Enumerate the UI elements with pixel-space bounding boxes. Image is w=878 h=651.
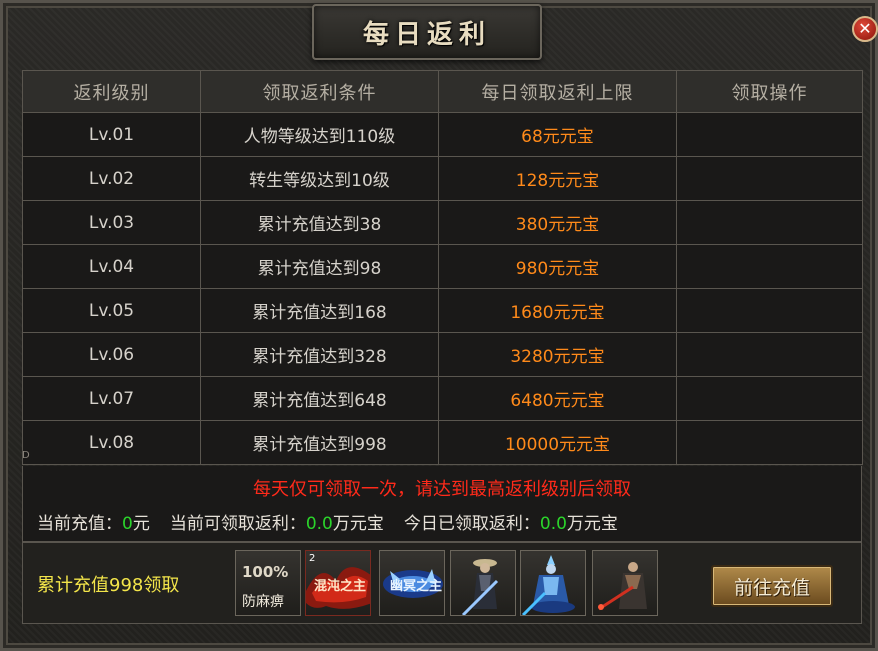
row-action[interactable] — [676, 244, 863, 289]
row-condition: 累计充值达到328 — [200, 332, 439, 377]
claimable-label: 当前可领取返利： — [169, 514, 306, 534]
dialog-title-plate: 每日返利 — [312, 4, 542, 60]
table-row: Lv.01 人物等级达到110级 68元元宝 — [22, 112, 863, 157]
claimed-value: 0.0 — [539, 514, 567, 534]
swordsman-icon — [461, 559, 499, 615]
row-action[interactable] — [676, 200, 863, 245]
row-reward: 380元元宝 — [438, 200, 677, 245]
side-edge-text: D — [22, 450, 30, 461]
claimed-unit: 万元宝 — [566, 514, 618, 534]
table-row: Lv.07 累计充值达到648 6480元元宝 — [22, 376, 863, 421]
daily-notice: 每天仅可领取一次，请达到最高返利级别后领取 — [253, 479, 631, 500]
current-recharge-value: 0 — [122, 514, 133, 534]
row-reward: 980元元宝 — [438, 244, 677, 289]
table-row: Lv.04 累计充值达到98 980元元宝 — [22, 244, 863, 289]
row-reward: 3280元元宝 — [438, 332, 677, 377]
row-condition: 累计充值达到998 — [200, 420, 439, 465]
item-slot-character-3[interactable] — [592, 550, 658, 616]
table-row: Lv.05 累计充值达到168 1680元元宝 — [22, 288, 863, 333]
row-condition: 转生等级达到10级 — [200, 156, 439, 201]
close-icon[interactable]: ✕ — [852, 16, 878, 42]
row-reward: 6480元元宝 — [438, 376, 677, 421]
armored-warrior-icon — [521, 555, 575, 615]
row-level: Lv.03 — [22, 200, 201, 245]
row-reward: 128元元宝 — [438, 156, 677, 201]
table-row: Lv.03 累计充值达到38 380元元宝 — [22, 200, 863, 245]
current-recharge-label: 当前充值： — [37, 514, 122, 534]
rebate-table: 返利级别 领取返利条件 每日领取返利上限 领取操作 Lv.01 人物等级达到11… — [22, 70, 863, 465]
row-reward: 68元元宝 — [438, 112, 677, 157]
row-condition: 累计充值达到648 — [200, 376, 439, 421]
title-banner-text: 混沌之主 — [314, 579, 367, 594]
item-percent: 100% — [242, 563, 289, 581]
header-action: 领取操作 — [676, 70, 863, 113]
table-row: Lv.02 转生等级达到10级 128元元宝 — [22, 156, 863, 201]
reward-bar: 累计充值998领取 100% 防麻痹 2 混沌之主 幽冥之主 前往充值 — [22, 542, 862, 624]
row-action[interactable] — [676, 156, 863, 201]
close-glyph: ✕ — [858, 19, 872, 38]
item-slot-character-1[interactable] — [450, 550, 516, 616]
row-level: Lv.04 — [22, 244, 201, 289]
row-action[interactable] — [676, 288, 863, 333]
row-level: Lv.06 — [22, 332, 201, 377]
header-level: 返利级别 — [22, 70, 201, 113]
row-action[interactable] — [676, 420, 863, 465]
reward-label: 累计充值998领取 — [37, 575, 180, 596]
table-header-row: 返利级别 领取返利条件 每日领取返利上限 领取操作 — [22, 70, 863, 113]
item-name: 防麻痹 — [242, 594, 284, 610]
row-action[interactable] — [676, 376, 863, 421]
go-recharge-button[interactable]: 前往充值 — [711, 565, 833, 607]
header-condition: 领取返利条件 — [200, 70, 439, 113]
claimed-label: 今日已领取返利： — [403, 514, 540, 534]
row-condition: 累计充值达到38 — [200, 200, 439, 245]
claimable-unit: 万元宝 — [332, 514, 384, 534]
header-reward: 每日领取返利上限 — [438, 70, 677, 113]
row-reward: 10000元元宝 — [438, 420, 677, 465]
row-action[interactable] — [676, 112, 863, 157]
row-level: Lv.08 — [22, 420, 201, 465]
item-slot-anti-paralysis[interactable]: 100% 防麻痹 — [235, 550, 301, 616]
recharge-stats: 当前充值：0元 当前可领取返利：0.0万元宝 今日已领取返利：0.0万元宝 — [37, 509, 618, 534]
table-row: Lv.06 累计充值达到328 3280元元宝 — [22, 332, 863, 377]
row-level: Lv.07 — [22, 376, 201, 421]
item-slot-title-nether[interactable]: 幽冥之主 — [379, 550, 445, 616]
table-row: Lv.08 累计充值达到998 10000元元宝 — [22, 420, 863, 465]
current-recharge-unit: 元 — [132, 514, 150, 534]
row-level: Lv.05 — [22, 288, 201, 333]
dialog-title: 每日返利 — [362, 19, 491, 50]
item-slot-character-2[interactable] — [520, 550, 586, 616]
item-count-badge: 2 — [309, 553, 316, 564]
info-area: 每天仅可领取一次，请达到最高返利级别后领取 当前充值：0元 当前可领取返利：0.0… — [22, 466, 862, 542]
claimable-value: 0.0 — [305, 514, 333, 534]
row-level: Lv.02 — [22, 156, 201, 201]
row-condition: 人物等级达到110级 — [200, 112, 439, 157]
row-condition: 累计充值达到168 — [200, 288, 439, 333]
row-level: Lv.01 — [22, 112, 201, 157]
title-banner-text: 幽冥之主 — [390, 579, 443, 594]
row-condition: 累计充值达到98 — [200, 244, 439, 289]
row-action[interactable] — [676, 332, 863, 377]
item-slot-title-chaos[interactable]: 2 混沌之主 — [305, 550, 371, 616]
row-reward: 1680元元宝 — [438, 288, 677, 333]
blademaster-icon — [598, 562, 647, 611]
